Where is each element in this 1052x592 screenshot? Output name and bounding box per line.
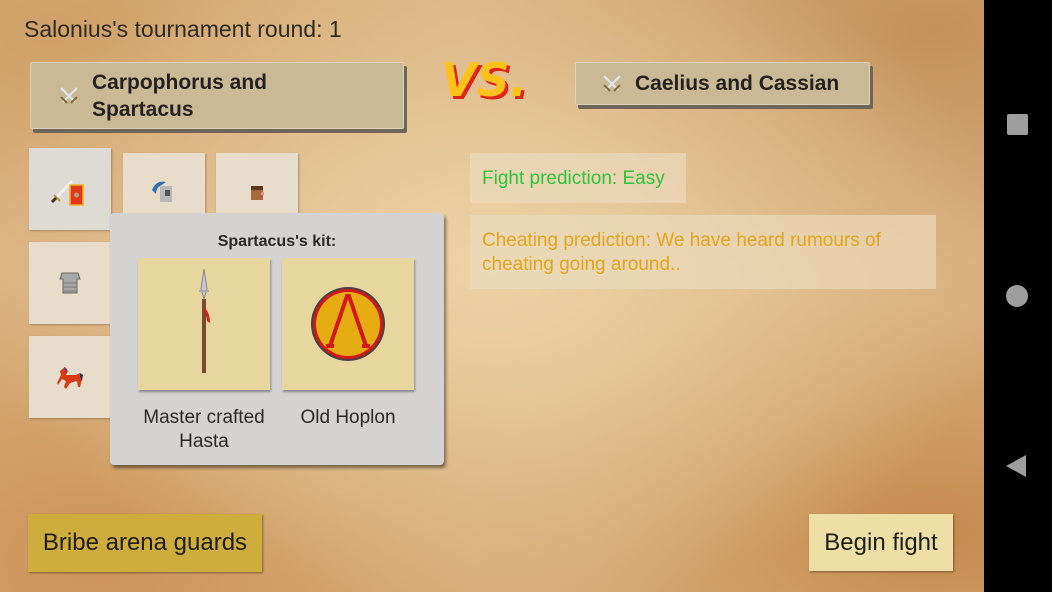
lambda-shield-icon xyxy=(311,287,385,361)
kit-item-hasta-label: Master crafted Hasta xyxy=(143,407,265,452)
right-team-name: Caelius and Cassian xyxy=(635,71,840,95)
equipment-slot-armor[interactable] xyxy=(29,242,111,324)
spear-icon xyxy=(199,269,210,373)
vs-text: VS. xyxy=(441,55,527,107)
back-button[interactable] xyxy=(1006,455,1026,477)
kit-item-hoplon-label: Old Hoplon xyxy=(300,407,396,428)
plumed-helmet-icon xyxy=(152,181,172,202)
left-team-name: Carpophorus and Spartacus xyxy=(92,70,268,121)
bribe-guards-button[interactable]: Bribe arena guards xyxy=(28,514,262,572)
kit-panel: Spartacus's kit: Master crafted Hasta Ol… xyxy=(110,213,444,465)
sword-and-scutum-icon xyxy=(50,179,84,206)
kit-item-hoplon[interactable] xyxy=(282,258,414,390)
tournament-round-title: Salonius's tournament round: 1 xyxy=(24,16,342,42)
home-button[interactable] xyxy=(1006,285,1028,307)
horse-icon xyxy=(57,367,83,389)
versus-logo: VS. VS. xyxy=(441,55,530,110)
recents-button[interactable] xyxy=(1007,114,1028,135)
chest-armor-icon xyxy=(59,272,81,294)
crossed-swords-icon xyxy=(603,74,621,92)
fight-prediction: Fight prediction: Easy xyxy=(470,153,686,203)
crossed-swords-icon xyxy=(60,86,78,104)
right-team-button[interactable]: Caelius and Cassian xyxy=(575,62,870,105)
kit-item-hasta[interactable] xyxy=(138,258,270,390)
begin-fight-button[interactable]: Begin fight xyxy=(809,514,953,571)
equipment-slot-mount[interactable] xyxy=(29,336,111,418)
head-icon xyxy=(251,186,264,200)
kit-title: Spartacus's kit: xyxy=(217,233,337,250)
cheating-prediction: Cheating prediction: We have heard rumou… xyxy=(470,215,936,289)
equipment-slot-weapon[interactable] xyxy=(29,148,111,230)
left-team-button[interactable]: Carpophorus and Spartacus xyxy=(30,62,404,129)
